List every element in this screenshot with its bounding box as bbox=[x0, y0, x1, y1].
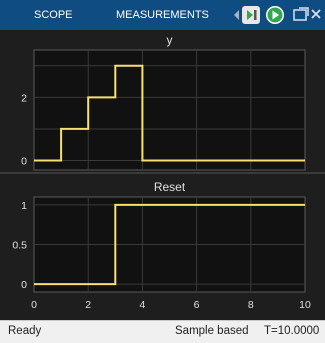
close-icon[interactable] bbox=[306, 4, 325, 26]
toolstrip-controls bbox=[230, 4, 325, 26]
y-tick-label: 1 bbox=[21, 200, 27, 212]
tab-scope[interactable]: SCOPE bbox=[34, 0, 73, 30]
x-tick-label: 4 bbox=[139, 299, 145, 311]
x-tick-label: 10 bbox=[299, 299, 311, 311]
toolstrip: SCOPE MEASUREMENTS bbox=[0, 0, 325, 30]
run-icon[interactable] bbox=[264, 4, 286, 26]
status-mode: Sample based bbox=[175, 325, 249, 337]
tab-measurements[interactable]: MEASUREMENTS bbox=[116, 0, 209, 30]
x-tick-label: 2 bbox=[85, 299, 91, 311]
chart-y: y 0 2 bbox=[21, 33, 306, 171]
chart-title: Reset bbox=[154, 180, 186, 194]
chart-title: y bbox=[167, 33, 173, 47]
x-tick-label: 0 bbox=[31, 299, 37, 311]
plot-area: y02 Reset 0 0.5 1 0 2 4 6 8 10 bbox=[0, 30, 325, 320]
y-tick-label: 0 bbox=[21, 156, 27, 168]
y-tick-label: 0.5 bbox=[12, 240, 27, 252]
y-tick-label: 2 bbox=[21, 92, 27, 104]
y-tick-label: 0 bbox=[21, 279, 27, 291]
x-tick-label: 6 bbox=[194, 299, 200, 311]
status-ready: Ready bbox=[8, 325, 42, 337]
status-bar: Ready Sample based T=10.0000 bbox=[0, 320, 325, 343]
status-time: T=10.0000 bbox=[264, 325, 320, 337]
axes-background bbox=[33, 49, 306, 171]
step-forward-icon[interactable] bbox=[240, 4, 262, 26]
x-tick-label: 8 bbox=[248, 299, 254, 311]
chart-reset: Reset00.510 2 4 6 8 10 bbox=[12, 180, 311, 311]
